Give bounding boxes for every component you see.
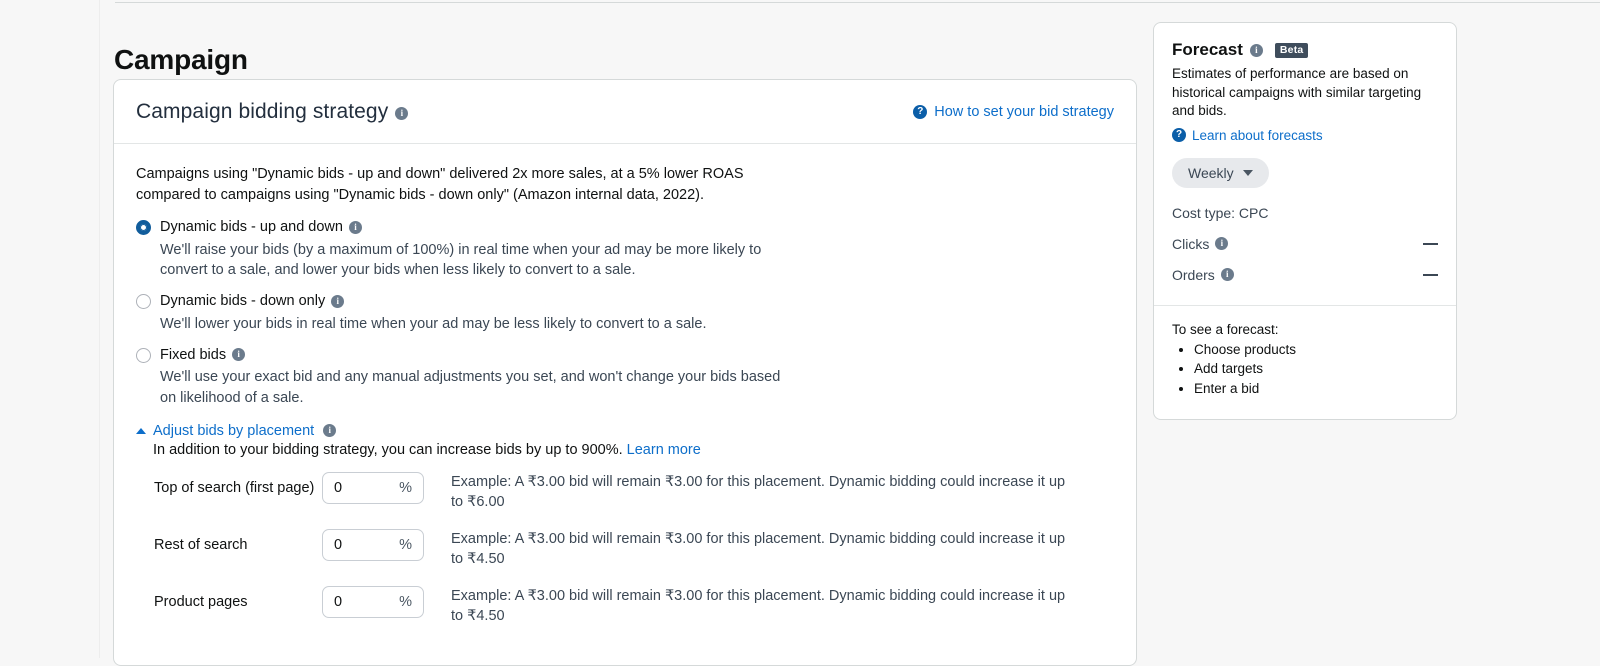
placement-percent-value: 0 xyxy=(334,479,343,496)
forecast-period-label: Weekly xyxy=(1188,164,1234,181)
placement-label: Top of search (first page) xyxy=(154,479,315,496)
page-title: Campaign xyxy=(114,43,248,75)
placement-percent-value: 0 xyxy=(334,536,343,553)
card-header: Campaign bidding strategy i ? How to set… xyxy=(114,80,1136,144)
info-icon[interactable]: i xyxy=(1220,268,1234,282)
list-item: Choose products xyxy=(1194,340,1438,360)
placement-row-product-pages: Product pages 0 % Example: A ₹3.00 bid w… xyxy=(136,582,1114,627)
intro-text: Campaigns using "Dynamic bids - up and d… xyxy=(136,166,744,203)
adjust-subtext-label: In addition to your bidding strategy, yo… xyxy=(153,441,623,458)
question-circle-icon: ? xyxy=(1172,128,1186,143)
bidding-strategy-radio-group: Dynamic bids - up and down i We'll raise… xyxy=(136,217,1114,408)
list-item: Add targets xyxy=(1194,359,1438,379)
empty-state-steps: Choose products Add targets Enter a bid xyxy=(1172,340,1438,399)
radio-option-label: Dynamic bids - down only xyxy=(160,293,326,310)
percent-suffix: % xyxy=(399,593,412,610)
radio-option-description: We'll lower your bids in real time when … xyxy=(160,315,707,332)
metric-label: Orders xyxy=(1172,266,1215,283)
info-icon[interactable]: i xyxy=(1215,237,1229,251)
learn-more-link[interactable]: Learn more xyxy=(627,442,701,458)
card-title: Campaign bidding strategy xyxy=(136,99,389,123)
percent-suffix: % xyxy=(399,536,412,553)
forecast-divider xyxy=(1154,304,1456,306)
radio-option-description: We'll use your exact bid and any manual … xyxy=(160,369,781,406)
radio-option-description: We'll raise your bids (by a maximum of 1… xyxy=(160,241,762,279)
info-icon[interactable]: i xyxy=(331,294,345,308)
placement-row-rest-of-search: Rest of search 0 % Example: A ₹3.00 bid … xyxy=(136,525,1114,570)
info-icon[interactable]: i xyxy=(232,348,246,362)
placement-percent-input[interactable]: 0 % xyxy=(322,528,424,561)
forecast-description: Estimates of performance are based on hi… xyxy=(1172,66,1422,119)
metric-value-empty-dash xyxy=(1423,273,1438,276)
radio-option-label: Fixed bids xyxy=(160,346,227,363)
forecast-metric-orders: Orders i xyxy=(1172,267,1438,283)
cost-type-text: Cost type: CPC xyxy=(1172,204,1269,221)
radio-option-dynamic-down-only[interactable]: Dynamic bids - down only i xyxy=(136,291,1114,312)
info-icon[interactable]: i xyxy=(395,106,409,120)
info-icon[interactable]: i xyxy=(1249,43,1263,57)
metric-value-empty-dash xyxy=(1423,242,1438,245)
top-divider xyxy=(115,2,1600,3)
placement-label: Rest of search xyxy=(154,536,248,553)
forecast-period-dropdown[interactable]: Weekly xyxy=(1172,157,1269,188)
chevron-down-icon xyxy=(1242,169,1253,176)
metric-label: Clicks xyxy=(1172,235,1210,252)
adjust-toggle-label: Adjust bids by placement xyxy=(153,422,315,439)
question-circle-icon: ? xyxy=(913,104,928,119)
info-icon[interactable]: i xyxy=(323,424,337,438)
placement-example-text: Example: A ₹3.00 bid will remain ₹3.00 f… xyxy=(451,587,1066,625)
forecast-header: Forecast i Beta xyxy=(1172,40,1438,60)
how-to-set-bid-strategy-link[interactable]: ? How to set your bid strategy xyxy=(913,104,1114,120)
beta-badge: Beta xyxy=(1274,42,1309,58)
placement-example-text: Example: A ₹3.00 bid will remain ₹3.00 f… xyxy=(451,530,1066,568)
radio-button[interactable] xyxy=(136,294,151,310)
placement-label: Product pages xyxy=(154,593,248,610)
page-root: Campaign Campaign bidding strategy i ? H… xyxy=(0,0,1600,666)
info-icon[interactable]: i xyxy=(348,220,362,234)
campaign-bidding-strategy-card: Campaign bidding strategy i ? How to set… xyxy=(113,79,1137,666)
radio-option-dynamic-up-and-down[interactable]: Dynamic bids - up and down i xyxy=(136,217,1114,238)
help-link-label: How to set your bid strategy xyxy=(934,103,1114,120)
radio-button[interactable] xyxy=(136,220,151,236)
learn-about-forecasts-link[interactable]: ? Learn about forecasts xyxy=(1172,128,1438,143)
left-boundary-divider xyxy=(99,0,100,658)
adjust-bids-by-placement-toggle[interactable]: Adjust bids by placement i xyxy=(136,422,337,439)
empty-state-heading: To see a forecast: xyxy=(1172,321,1279,337)
placement-percent-input[interactable]: 0 % xyxy=(322,471,424,504)
placement-percent-value: 0 xyxy=(334,593,343,610)
forecast-metric-clicks: Clicks i xyxy=(1172,236,1438,252)
radio-button[interactable] xyxy=(136,347,151,363)
forecast-link-label: Learn about forecasts xyxy=(1192,127,1323,143)
radio-option-fixed-bids[interactable]: Fixed bids i xyxy=(136,345,1114,366)
forecast-panel: Forecast i Beta Estimates of performance… xyxy=(1153,22,1457,420)
placement-row-top-of-search: Top of search (first page) 0 % Example: … xyxy=(136,468,1114,513)
chevron-up-icon xyxy=(136,427,146,434)
forecast-title: Forecast xyxy=(1172,40,1243,59)
list-item: Enter a bid xyxy=(1194,379,1438,399)
placement-example-text: Example: A ₹3.00 bid will remain ₹3.00 f… xyxy=(451,473,1066,511)
card-body: Campaigns using "Dynamic bids - up and d… xyxy=(114,144,1136,665)
adjust-subtext: In addition to your bidding strategy, yo… xyxy=(153,442,1114,458)
placement-percent-input[interactable]: 0 % xyxy=(322,585,424,618)
percent-suffix: % xyxy=(399,479,412,496)
radio-option-label: Dynamic bids - up and down xyxy=(160,219,343,236)
